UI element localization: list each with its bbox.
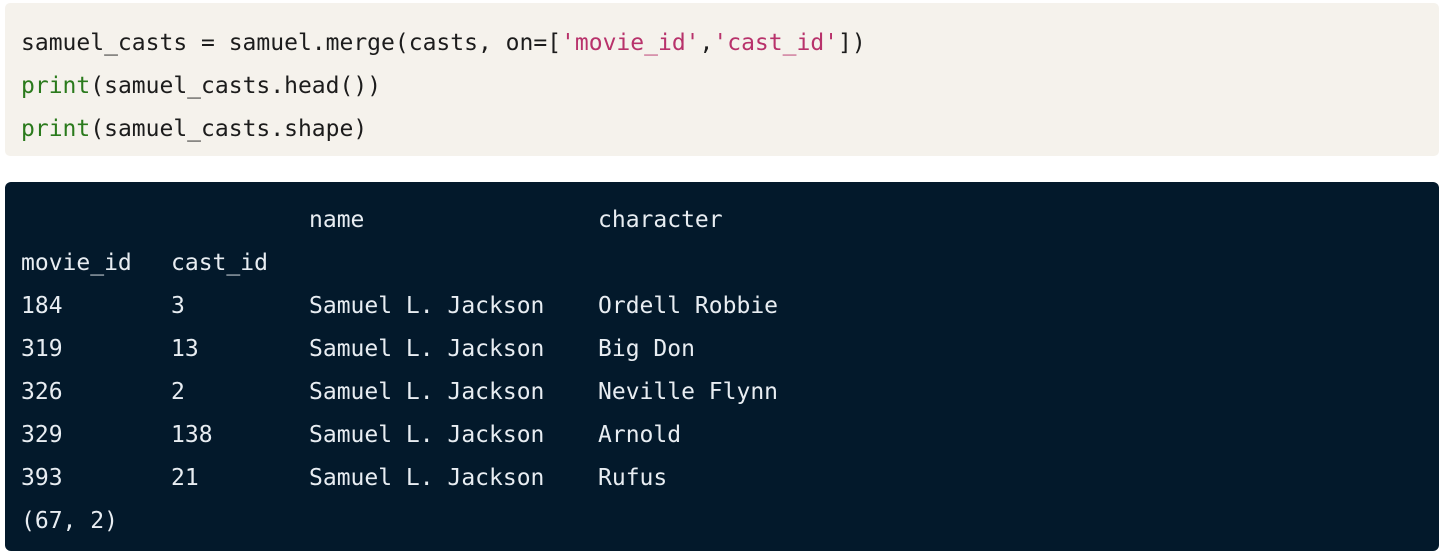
cell-character: Rufus — [598, 465, 668, 491]
shape-text: (67, 2) — [21, 508, 118, 534]
code-line: print(samuel_casts.shape) — [21, 108, 1439, 151]
table-row: 326 2 Samuel L. Jackson Neville Flynn — [21, 371, 1439, 414]
cell-cast-id: 138 — [171, 422, 213, 448]
code-token-string: 'movie_id' — [561, 30, 700, 56]
code-token: (samuel_casts.shape) — [90, 116, 368, 142]
cell-character: Arnold — [598, 422, 682, 448]
table-row: 319 13 Samuel L. Jackson Big Don — [21, 328, 1439, 371]
cell-name: Samuel L. Jackson — [309, 422, 545, 448]
cell-movie-id: 393 — [21, 465, 63, 491]
code-token-builtin: print — [21, 73, 91, 99]
cell-cast-id: 2 — [171, 379, 185, 405]
code-token: (samuel_casts.head()) — [90, 73, 382, 99]
code-token-string: 'cast_id' — [713, 30, 839, 56]
code-token: , — [699, 30, 714, 56]
column-header-character: character — [598, 207, 723, 233]
table-row: 184 3 Samuel L. Jackson Ordell Robbie — [21, 285, 1439, 328]
cell-name: Samuel L. Jackson — [309, 379, 545, 405]
code-output: name character movie_id cast_id 184 3 Sa… — [5, 182, 1439, 551]
cell-movie-id: 319 — [21, 336, 63, 362]
column-header-name: name — [309, 207, 365, 233]
cell-character: Ordell Robbie — [598, 293, 779, 319]
shape-output: (67, 2) — [21, 500, 1439, 543]
code-token: ]) — [838, 30, 866, 56]
table-row: 393 21 Samuel L. Jackson Rufus — [21, 457, 1439, 500]
column-header-row: name character — [21, 199, 1439, 242]
cell-movie-id: 326 — [21, 379, 63, 405]
cell-name: Samuel L. Jackson — [309, 465, 545, 491]
cell-name: Samuel L. Jackson — [309, 293, 545, 319]
cell-name: Samuel L. Jackson — [309, 336, 545, 362]
cell-character: Big Don — [598, 336, 695, 362]
index-header-cast-id: cast_id — [171, 250, 268, 276]
cell-movie-id: 329 — [21, 422, 63, 448]
code-line: print(samuel_casts.head()) — [21, 65, 1439, 108]
code-token-builtin: print — [21, 116, 91, 142]
index-header-movie-id: movie_id — [21, 250, 132, 276]
cell-cast-id: 21 — [171, 465, 199, 491]
cell-movie-id: 184 — [21, 293, 63, 319]
table-row: 329 138 Samuel L. Jackson Arnold — [21, 414, 1439, 457]
index-header-row: movie_id cast_id — [21, 242, 1439, 285]
code-token: samuel_casts = samuel.merge(casts, on=[ — [21, 30, 562, 56]
cell-cast-id: 13 — [171, 336, 199, 362]
code-line: samuel_casts = samuel.merge(casts, on=['… — [21, 22, 1439, 65]
cell-cast-id: 3 — [171, 293, 185, 319]
cell-character: Neville Flynn — [598, 379, 779, 405]
notebook-cell: samuel_casts = samuel.merge(casts, on=['… — [0, 0, 1439, 551]
code-input[interactable]: samuel_casts = samuel.merge(casts, on=['… — [5, 3, 1439, 156]
